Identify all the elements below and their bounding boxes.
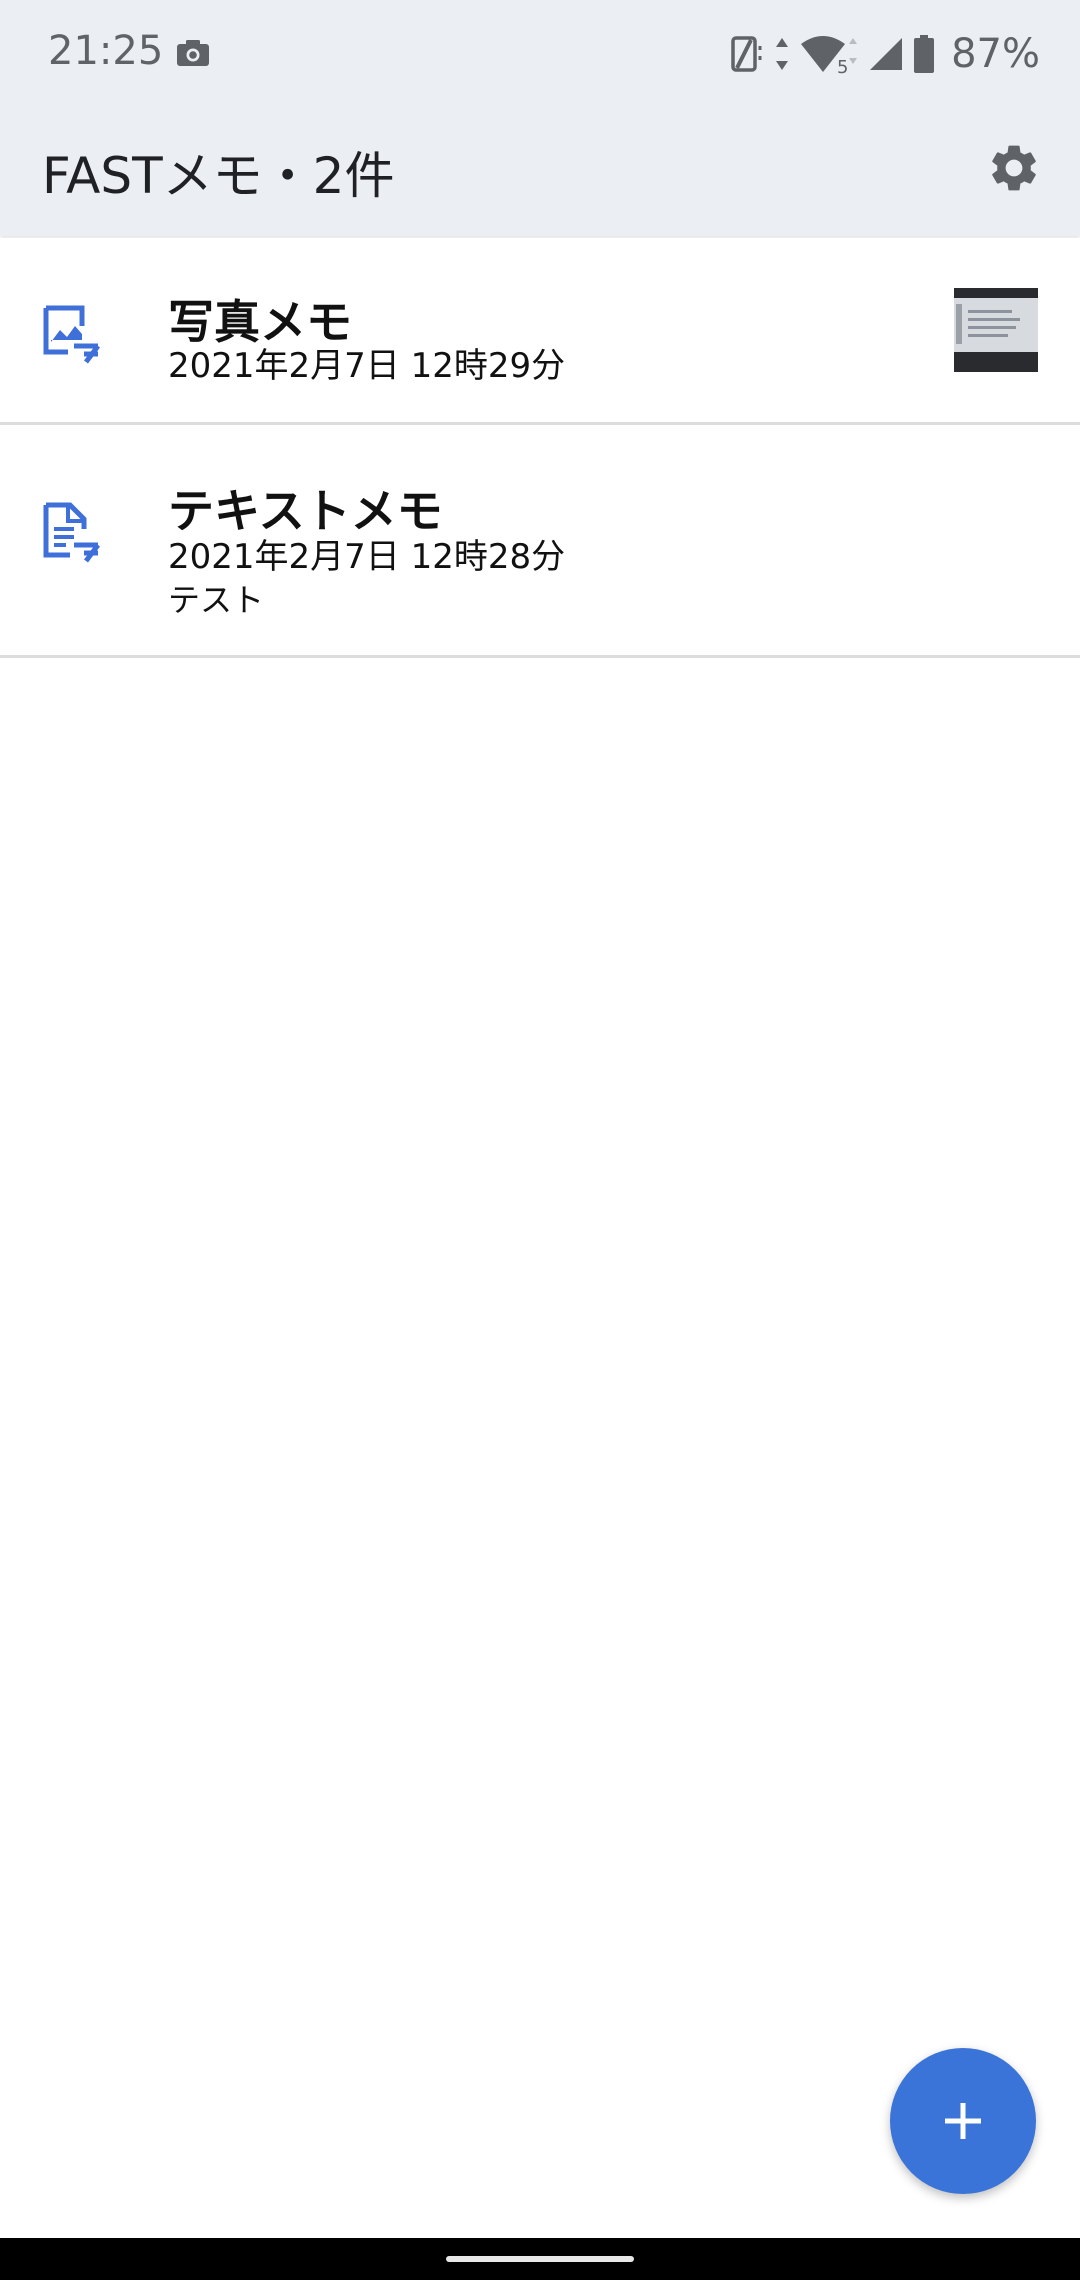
gear-icon (992, 145, 1036, 191)
navigation-bar (0, 2238, 1080, 2280)
settings-button[interactable] (978, 132, 1050, 204)
list-item-photo-memo[interactable]: 写真メモ 2021年2月7日 12時29分 (0, 238, 1080, 425)
photo-thumbnail[interactable] (954, 288, 1038, 372)
plus-icon (945, 2103, 981, 2139)
status-icons: 5 87% (729, 30, 1040, 78)
thumbnail-image (954, 298, 1038, 352)
memo-body: テスト (168, 581, 265, 619)
status-bar: 21:25 5 87% (0, 0, 1080, 110)
app-title: FASTメモ・2件 (42, 147, 395, 205)
memo-date: 2021年2月7日 12時28分 (168, 537, 566, 577)
text-note-icon (43, 502, 100, 563)
app-bar: FASTメモ・2件 (0, 110, 1080, 236)
memo-list: 写真メモ 2021年2月7日 12時29分 テキストメモ 2021年2月7日 1… (0, 238, 1080, 658)
add-memo-button[interactable] (890, 2048, 1036, 2194)
data-arrows-icon (776, 38, 789, 70)
wifi-icon: 5 (801, 36, 858, 74)
memo-date: 2021年2月7日 12時29分 (168, 346, 566, 386)
status-time: 21:25 (48, 28, 164, 74)
svg-text:5: 5 (837, 57, 848, 74)
signal-icon (870, 38, 903, 70)
vibrate-icon (731, 36, 762, 72)
battery-icon (914, 35, 935, 73)
image-note-icon (43, 305, 100, 364)
screen: 21:25 5 87% FASTメモ・2件 写真メモ 2021年2月7日 12時… (0, 0, 1080, 2280)
list-item-text-memo[interactable]: テキストメモ 2021年2月7日 12時28分 テスト (0, 425, 1080, 658)
top-bar: 21:25 5 87% FASTメモ・2件 (0, 0, 1080, 236)
home-gesture-handle[interactable] (446, 2256, 634, 2262)
camera-icon (177, 40, 209, 66)
battery-percent: 87% (951, 31, 1040, 77)
